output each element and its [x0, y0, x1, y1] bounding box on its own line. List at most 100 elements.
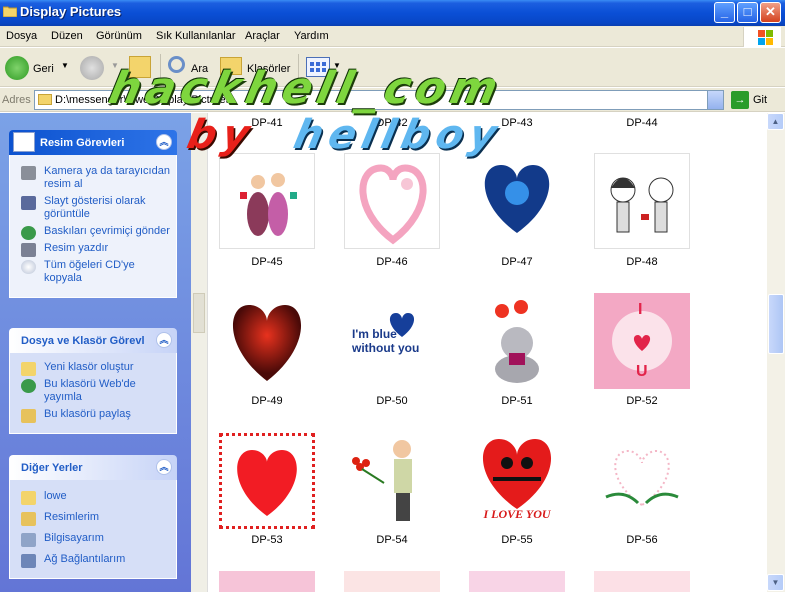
- file-tasks-panel: Dosya ve Klasör Görevl ︽ Yeni klasör olu…: [9, 328, 177, 434]
- file-label[interactable]: DP-45: [219, 256, 315, 268]
- minimize-button[interactable]: _: [714, 2, 735, 23]
- other-places-header[interactable]: Diğer Yerler ︽: [9, 455, 177, 480]
- thumbnail-partial[interactable]: [219, 571, 315, 592]
- maximize-button[interactable]: □: [737, 2, 758, 23]
- network-icon: [21, 554, 36, 568]
- place-my-computer[interactable]: Bilgisayarım: [21, 532, 172, 547]
- file-label[interactable]: DP-56: [594, 534, 690, 546]
- task-pane-scrollbar[interactable]: [191, 113, 208, 592]
- menu-edit[interactable]: Düzen: [51, 30, 83, 42]
- place-label[interactable]: Resimlerim: [44, 511, 99, 523]
- thumbnail-dp-53[interactable]: [219, 433, 315, 529]
- scroll-thumb[interactable]: [193, 293, 205, 333]
- collapse-icon[interactable]: ︽: [156, 332, 172, 348]
- file-label[interactable]: DP-44: [594, 117, 690, 129]
- task-label[interactable]: Kamera ya da tarayıcıdan resim al: [44, 165, 170, 190]
- collapse-icon[interactable]: ︽: [156, 459, 172, 475]
- place-my-pictures[interactable]: Resimlerim: [21, 511, 172, 526]
- task-get-from-camera[interactable]: Kamera ya da tarayıcıdan resim al: [21, 165, 172, 191]
- thumbnail-dp-46[interactable]: [344, 153, 440, 249]
- thumbnail-dp-56[interactable]: [594, 433, 690, 529]
- file-view: DP-41 DP-42 DP-43 DP-44 DP-45 DP-46 DP-4…: [191, 113, 767, 592]
- place-label[interactable]: Ağ Bağlantılarım: [44, 553, 125, 565]
- watermark-by: by: [183, 112, 260, 158]
- go-arrow-icon[interactable]: →: [731, 91, 749, 109]
- man-with-roses-image: [352, 440, 412, 521]
- file-label[interactable]: DP-46: [344, 256, 440, 268]
- file-label[interactable]: DP-49: [219, 395, 315, 407]
- cd-icon: [21, 260, 36, 274]
- task-label[interactable]: Baskıları çevrimiçi gönder: [44, 225, 170, 237]
- forward-arrow-icon[interactable]: [80, 56, 104, 80]
- task-order-prints[interactable]: Baskıları çevrimiçi gönder: [21, 225, 172, 240]
- place-label[interactable]: Bilgisayarım: [44, 532, 104, 544]
- task-label[interactable]: Resim yazdır: [44, 242, 108, 254]
- thumbnail-partial[interactable]: [469, 571, 565, 592]
- thumbnail-dp-55[interactable]: I LOVE YOU: [469, 433, 565, 529]
- printer-icon: [21, 243, 36, 257]
- menu-bar: Dosya Düzen Görünüm Sık Kullanılanlar Ar…: [0, 26, 785, 47]
- thumbnail-dp-52[interactable]: I U: [594, 293, 690, 389]
- file-label[interactable]: DP-55: [469, 534, 565, 546]
- place-network[interactable]: Ağ Bağlantılarım: [21, 553, 172, 568]
- thumbnail-partial[interactable]: [594, 571, 690, 592]
- thumbnail-dp-54[interactable]: [344, 433, 440, 529]
- file-label[interactable]: DP-52: [594, 395, 690, 407]
- other-places-title: Diğer Yerler: [21, 462, 83, 474]
- place-lowe[interactable]: lowe: [21, 490, 172, 505]
- scroll-down-button[interactable]: ▼: [767, 574, 784, 591]
- thumbnail-dp-50[interactable]: I'm blue without you: [344, 293, 440, 389]
- go-button[interactable]: Git: [753, 94, 767, 106]
- file-label[interactable]: DP-47: [469, 256, 565, 268]
- back-button[interactable]: Geri: [33, 63, 54, 75]
- thumbnail-dp-49[interactable]: [219, 293, 315, 389]
- title-bar: Display Pictures _ □ ✕: [0, 0, 785, 26]
- task-print[interactable]: Resim yazdır: [21, 242, 172, 257]
- my-pictures-icon: [21, 512, 36, 526]
- task-slideshow[interactable]: Slayt gösterisi olarak görüntüle: [21, 195, 172, 221]
- thumbnail-dp-45[interactable]: [219, 153, 315, 249]
- menu-view[interactable]: Görünüm: [96, 30, 142, 42]
- pink-heart-image: [359, 164, 427, 245]
- menu-tools[interactable]: Araçlar: [245, 30, 280, 42]
- back-arrow-icon[interactable]: [5, 56, 29, 80]
- picture-tasks-header[interactable]: Resim Görevleri ︽: [9, 130, 177, 155]
- folder-icon: [3, 6, 17, 17]
- thumbnail-partial[interactable]: [344, 571, 440, 592]
- task-share-folder[interactable]: Bu klasörü paylaş: [21, 408, 172, 423]
- file-label[interactable]: DP-54: [344, 534, 440, 546]
- file-label[interactable]: DP-50: [344, 395, 440, 407]
- vertical-scrollbar[interactable]: ▲ ▼: [767, 113, 785, 592]
- task-label[interactable]: Yeni klasör oluştur: [44, 361, 133, 373]
- picture-tasks-title: Resim Görevleri: [40, 137, 125, 149]
- menu-favorites[interactable]: Sık Kullanılanlar: [156, 30, 236, 42]
- file-label[interactable]: DP-53: [219, 534, 315, 546]
- scroll-thumb[interactable]: [768, 294, 784, 354]
- thumbnail-dp-47[interactable]: [469, 153, 565, 249]
- scroll-up-button[interactable]: ▲: [767, 113, 784, 130]
- task-publish-web[interactable]: Bu klasörü Web'de yayımla: [21, 378, 172, 404]
- task-label[interactable]: Tüm öğeleri CD'ye kopyala: [44, 259, 135, 284]
- computer-icon: [21, 533, 36, 547]
- place-label[interactable]: lowe: [44, 490, 67, 502]
- thumbnail-dp-51[interactable]: [469, 293, 565, 389]
- thumbnail-caption: I'm blue without you: [352, 327, 420, 355]
- menu-help[interactable]: Yardım: [294, 30, 329, 42]
- file-tasks-header[interactable]: Dosya ve Klasör Görevl ︽: [9, 328, 177, 353]
- close-button[interactable]: ✕: [760, 2, 781, 23]
- collapse-icon[interactable]: ︽: [156, 134, 172, 150]
- new-folder-icon: [21, 362, 36, 376]
- windows-logo-icon: [743, 27, 781, 47]
- globe-icon: [21, 226, 36, 240]
- task-copy-to-cd[interactable]: Tüm öğeleri CD'ye kopyala: [21, 259, 172, 285]
- task-label[interactable]: Bu klasörü paylaş: [44, 408, 131, 420]
- menu-file[interactable]: Dosya: [6, 30, 37, 42]
- file-label[interactable]: DP-51: [469, 395, 565, 407]
- task-label[interactable]: Bu klasörü Web'de yayımla: [44, 378, 136, 403]
- file-label[interactable]: DP-48: [594, 256, 690, 268]
- back-dropdown-icon[interactable]: ▼: [61, 61, 69, 70]
- task-label[interactable]: Slayt gösterisi olarak görüntüle: [44, 195, 146, 220]
- thumbnail-dp-48[interactable]: [594, 153, 690, 249]
- task-new-folder[interactable]: Yeni klasör oluştur: [21, 361, 172, 376]
- address-dropdown-button[interactable]: [707, 91, 723, 109]
